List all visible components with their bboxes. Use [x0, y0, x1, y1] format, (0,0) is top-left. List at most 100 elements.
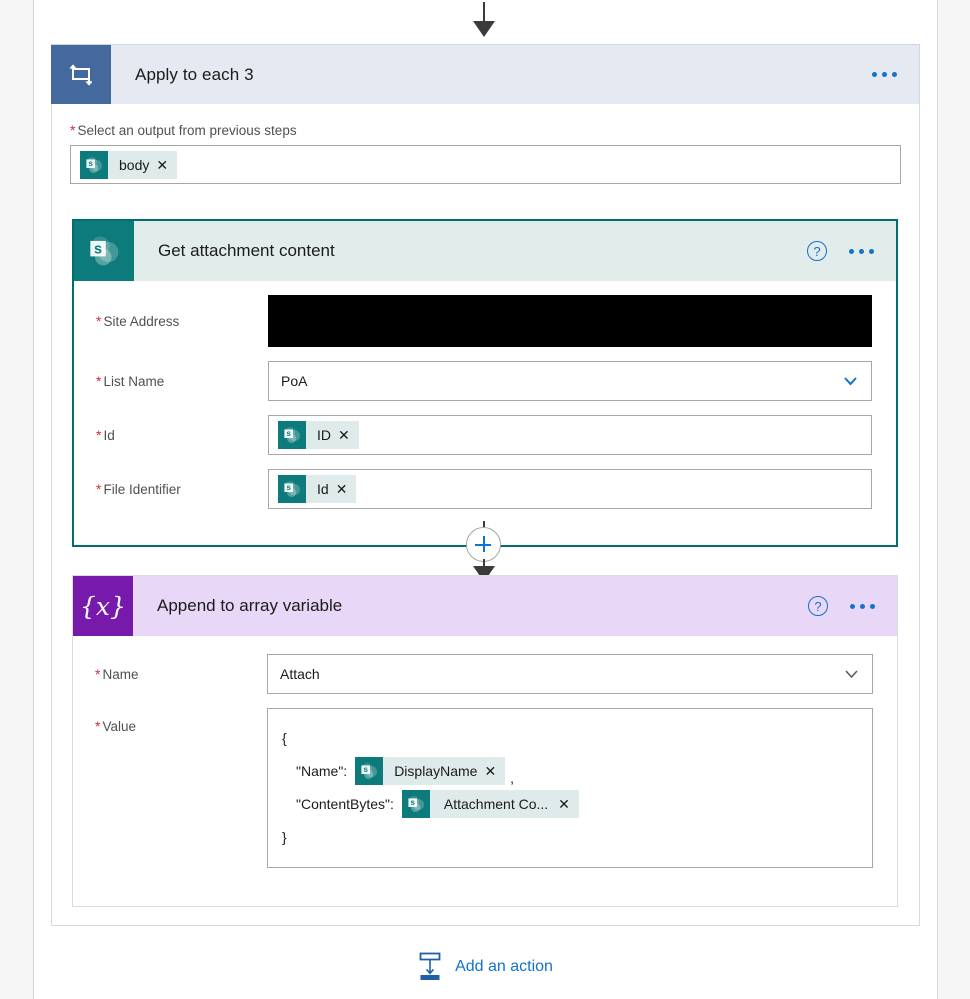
- variable-name-value: Attach: [280, 666, 320, 682]
- select-output-label-text: Select an output from previous steps: [77, 123, 297, 138]
- token-remove-icon[interactable]: ✕: [484, 764, 505, 778]
- field-label-text: Site Address: [103, 314, 180, 329]
- field-label-id: * Id: [96, 427, 268, 443]
- card-title: Get attachment content: [158, 241, 335, 260]
- required-asterisk: *: [96, 313, 102, 329]
- field-label-value: * Value: [95, 708, 267, 734]
- token-label: Id: [317, 481, 329, 497]
- field-control-id: s ID ✕: [268, 415, 872, 455]
- token-chip-body[interactable]: s body ✕: [80, 150, 178, 179]
- foreach-loop-icon: [51, 44, 111, 105]
- card-header[interactable]: s Get attachment content ?: [74, 221, 896, 281]
- form-row-list-name: * List Name PoA: [74, 361, 896, 401]
- sharepoint-icon: s: [74, 221, 134, 281]
- value-line: {: [282, 721, 858, 754]
- token-chip-id[interactable]: s ID ✕: [278, 421, 359, 449]
- token-remove-icon[interactable]: ✕: [156, 158, 177, 172]
- field-control-value: { "Name": s DisplayName ✕ , "ContentByte…: [267, 708, 873, 868]
- value-key: "Name":: [296, 762, 348, 779]
- sharepoint-icon: s: [80, 150, 108, 179]
- form-row-id: * Id s ID ✕: [74, 415, 896, 455]
- field-label-text: File Identifier: [103, 482, 181, 497]
- plus-icon[interactable]: [466, 527, 501, 562]
- card-body: * Name Attach * Value {"Name": s Displa…: [73, 636, 897, 906]
- card-header[interactable]: {x} Append to array variable ?: [73, 576, 897, 636]
- field-control-name: Attach: [267, 654, 873, 694]
- ellipsis-icon[interactable]: [872, 72, 919, 77]
- required-asterisk: *: [96, 373, 102, 389]
- field-label-text: Id: [103, 428, 115, 443]
- sharepoint-icon: s: [278, 421, 306, 449]
- help-icon[interactable]: ?: [807, 241, 827, 261]
- ellipsis-icon[interactable]: [850, 603, 897, 609]
- list-name-value: PoA: [281, 373, 308, 389]
- svg-text:s: s: [286, 483, 291, 492]
- file-identifier-input[interactable]: s Id ✕: [268, 469, 872, 509]
- ellipsis-icon[interactable]: [849, 248, 896, 254]
- token-chip-displayname[interactable]: s DisplayName ✕: [355, 756, 506, 785]
- form-row-site-address: * Site Address: [74, 295, 896, 347]
- svg-text:s: s: [364, 765, 369, 774]
- sharepoint-icon: s: [355, 756, 384, 785]
- value-line: }: [282, 820, 858, 853]
- value-key: "ContentBytes":: [296, 795, 394, 812]
- value-trailing: ,: [510, 770, 515, 786]
- add-an-action-label: Add an action: [455, 958, 553, 975]
- value-text: {: [282, 729, 287, 746]
- variables-glyph: {x}: [80, 591, 126, 621]
- token-chip-attachment-content[interactable]: s Attachment Co... ✕: [401, 789, 579, 818]
- field-control-list-name: PoA: [268, 361, 872, 401]
- field-label-list-name: * List Name: [96, 373, 268, 389]
- site-address-input[interactable]: [268, 295, 872, 347]
- svg-text:s: s: [94, 241, 102, 257]
- form-row-value: * Value { "Name": s DisplayName ✕ , "Con…: [73, 708, 897, 868]
- required-asterisk: *: [96, 481, 102, 497]
- chevron-down-icon[interactable]: [843, 666, 860, 683]
- token-label: Attachment Co...: [443, 795, 549, 812]
- field-label-file-identifier: * File Identifier: [96, 481, 268, 497]
- token-remove-icon[interactable]: ✕: [338, 428, 359, 442]
- svg-text:s: s: [88, 159, 93, 168]
- field-label-site-address: * Site Address: [96, 313, 268, 329]
- list-name-dropdown[interactable]: PoA: [268, 361, 872, 401]
- token-label: DisplayName: [394, 762, 478, 779]
- chevron-down-icon[interactable]: [842, 373, 859, 390]
- value-line: "Name": s DisplayName ✕ ,: [282, 754, 858, 787]
- apply-to-each-title: Apply to each 3: [135, 64, 254, 84]
- required-asterisk: *: [96, 427, 102, 443]
- form-row-name: * Name Attach: [73, 654, 897, 694]
- field-control-file-identifier: s Id ✕: [268, 469, 872, 509]
- token-label: body: [119, 156, 150, 173]
- required-asterisk: *: [95, 718, 101, 734]
- field-label-name: * Name: [95, 666, 267, 682]
- select-output-label: * Select an output from previous steps: [52, 122, 919, 138]
- variables-icon: {x}: [73, 576, 133, 636]
- field-label-text: List Name: [103, 374, 165, 389]
- apply-to-each-header[interactable]: Apply to each 3: [51, 44, 920, 105]
- id-input[interactable]: s ID ✕: [268, 415, 872, 455]
- select-output-input[interactable]: s body ✕: [70, 145, 901, 184]
- field-label-text: Value: [102, 719, 136, 734]
- add-an-action-button[interactable]: Add an action: [0, 952, 970, 982]
- token-chip-file-identifier[interactable]: s Id ✕: [278, 475, 357, 503]
- sharepoint-icon: s: [278, 475, 306, 503]
- insert-below-icon: [417, 952, 443, 982]
- value-code-input[interactable]: { "Name": s DisplayName ✕ , "ContentByte…: [267, 708, 873, 868]
- sharepoint-icon: s: [401, 789, 430, 818]
- svg-text:s: s: [410, 798, 415, 807]
- action-card-get-attachment-content[interactable]: s Get attachment content ? * Site Address…: [72, 219, 898, 547]
- action-card-append-to-array-variable[interactable]: {x} Append to array variable ? * Name Att…: [72, 575, 898, 907]
- flow-designer-page: Apply to each 3 * Select an output from p…: [0, 0, 970, 999]
- form-row-file-identifier: * File Identifier s Id ✕: [74, 469, 896, 509]
- required-asterisk: *: [70, 122, 76, 138]
- svg-text:s: s: [286, 429, 291, 438]
- required-asterisk: *: [95, 666, 101, 682]
- token-label: ID: [317, 427, 331, 443]
- help-icon[interactable]: ?: [808, 596, 828, 616]
- card-body: * Site Address * List Name PoA * Id s ID…: [74, 281, 896, 545]
- field-control-site-address: [268, 295, 872, 347]
- token-remove-icon[interactable]: ✕: [558, 797, 579, 811]
- token-remove-icon[interactable]: ✕: [336, 482, 357, 496]
- variable-name-dropdown[interactable]: Attach: [267, 654, 873, 694]
- card-title: Append to array variable: [157, 596, 343, 615]
